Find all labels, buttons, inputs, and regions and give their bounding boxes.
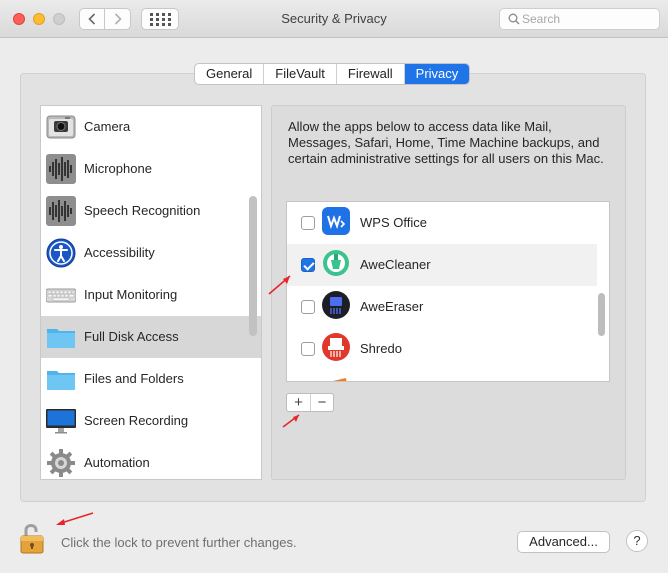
search-field[interactable] <box>499 8 660 30</box>
tab-privacy[interactable]: Privacy <box>404 64 470 84</box>
app-icon <box>332 378 347 381</box>
category-label: Camera <box>84 119 131 134</box>
category-screen-recording[interactable]: Screen Recording <box>41 400 261 442</box>
folder-icon <box>47 329 75 348</box>
category-label: Microphone <box>84 161 152 176</box>
app-checkbox[interactable] <box>301 342 315 356</box>
category-label: Speech Recognition <box>84 203 201 218</box>
category-speech-recognition[interactable]: Speech Recognition <box>41 190 261 232</box>
tab-filevault[interactable]: FileVault <box>264 64 337 84</box>
advanced-button[interactable]: Advanced... <box>517 531 610 553</box>
category-full-disk-access[interactable]: Full Disk Access <box>41 316 261 358</box>
aweeraser-icon <box>322 291 350 319</box>
list-item[interactable]: AweEraser <box>287 286 597 328</box>
category-files-and-folders[interactable]: Files and Folders <box>41 358 261 400</box>
app-checkbox[interactable] <box>301 300 315 314</box>
chevron-right-icon <box>114 13 122 25</box>
awecleaner-icon <box>323 250 349 276</box>
search-icon <box>508 13 520 25</box>
category-label: Files and Folders <box>84 371 184 386</box>
annotation-arrow <box>56 512 94 525</box>
app-name: AweEraser <box>360 299 424 314</box>
category-list-scrollbar[interactable] <box>249 196 257 336</box>
help-button[interactable]: ? <box>626 530 648 552</box>
app-checkbox[interactable] <box>301 216 315 230</box>
wps-office-icon <box>322 207 350 235</box>
category-microphone[interactable]: Microphone <box>41 148 261 190</box>
gear-icon <box>47 449 75 477</box>
shredo-icon <box>322 333 350 361</box>
category-label: Input Monitoring <box>84 287 178 302</box>
tab-firewall[interactable]: Firewall <box>337 64 405 84</box>
full-disk-access-description: Allow the apps below to access data like… <box>288 119 604 166</box>
search-input[interactable] <box>522 10 652 28</box>
annotation-arrow <box>282 414 300 428</box>
category-label: Full Disk Access <box>84 329 179 344</box>
lock-status-text: Click the lock to prevent further change… <box>61 535 297 550</box>
annotation-arrow <box>268 275 291 295</box>
back-button[interactable] <box>79 8 105 30</box>
keyboard-icon <box>46 288 76 303</box>
list-item[interactable] <box>287 370 597 381</box>
privacy-category-list[interactable]: Camera Microphone Speech Recognition Acc… <box>40 105 262 480</box>
category-camera[interactable]: Camera <box>41 106 261 148</box>
category-label: Automation <box>84 455 150 470</box>
add-remove-control: + − <box>286 393 334 412</box>
show-all-preferences-button[interactable] <box>141 8 179 30</box>
app-name: AweCleaner <box>360 257 431 272</box>
remove-app-button[interactable]: − <box>310 394 333 411</box>
tab-bar: General FileVault Firewall Privacy <box>194 63 471 85</box>
list-item[interactable]: Shredo <box>287 328 597 370</box>
accessibility-icon <box>46 238 76 268</box>
app-name: WPS Office <box>360 215 427 230</box>
speech-waveform-icon <box>46 196 76 226</box>
chevron-left-icon <box>88 13 96 25</box>
tab-general[interactable]: General <box>195 64 265 84</box>
category-accessibility[interactable]: Accessibility <box>41 232 261 274</box>
lock-icon[interactable] <box>19 521 51 555</box>
camera-icon <box>46 115 76 139</box>
app-name: Shredo <box>360 341 402 356</box>
list-item[interactable]: WPS Office <box>287 202 597 244</box>
display-icon <box>46 409 76 434</box>
category-label: Accessibility <box>84 245 155 260</box>
forward-button[interactable] <box>105 8 131 30</box>
category-input-monitoring[interactable]: Input Monitoring <box>41 274 261 316</box>
list-item[interactable]: AweCleaner <box>287 244 597 286</box>
category-label: Screen Recording <box>84 413 189 428</box>
folder-icon <box>47 371 75 390</box>
app-checkbox[interactable] <box>301 258 315 272</box>
app-list[interactable]: WPS Office AweCleaner AweEraser Shredo <box>286 201 610 382</box>
app-list-scrollbar[interactable] <box>598 293 605 336</box>
title-bar: Security & Privacy <box>0 0 668 38</box>
microphone-icon <box>46 154 76 184</box>
add-app-button[interactable]: + <box>287 394 310 411</box>
category-automation[interactable]: Automation <box>41 442 261 479</box>
